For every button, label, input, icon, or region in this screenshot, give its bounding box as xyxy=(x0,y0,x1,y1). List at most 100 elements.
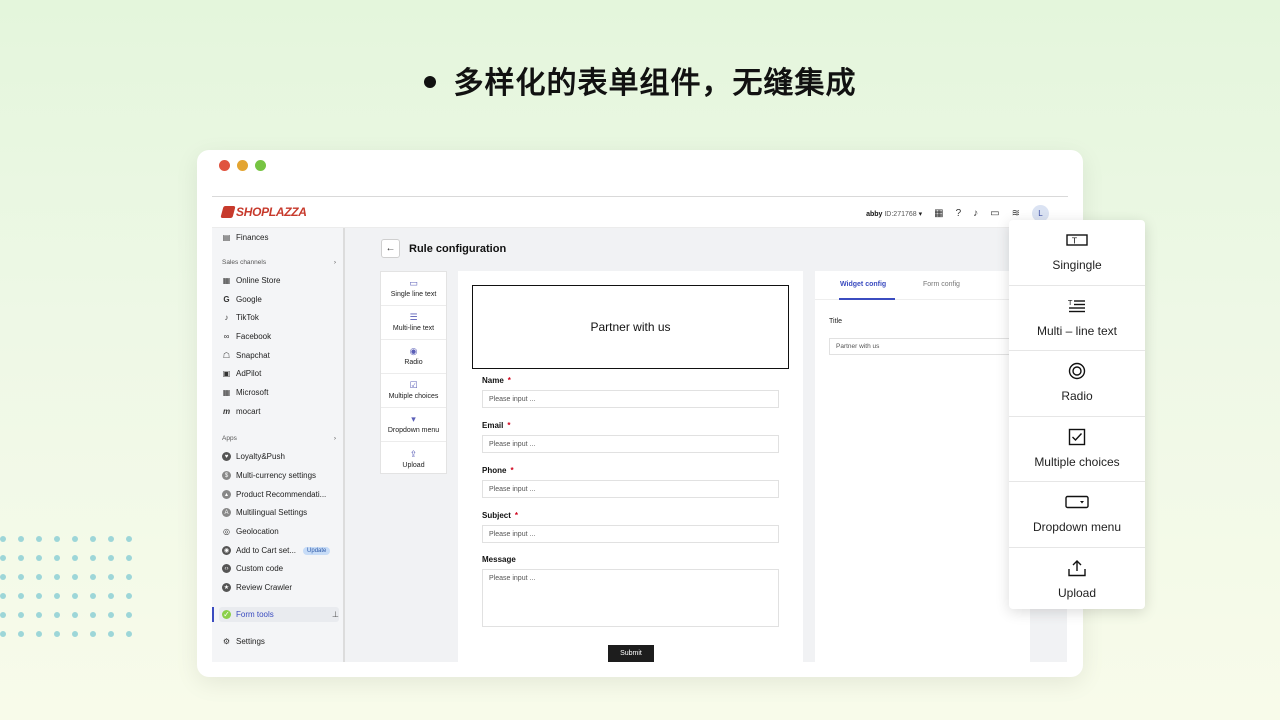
palette-label: Dropdown menu xyxy=(387,427,440,434)
tab-widget-config[interactable]: Widget config xyxy=(840,281,886,288)
palette-radio[interactable]: ◉ Radio xyxy=(381,340,446,374)
sidebar-item-product-recommendation[interactable]: ▴ Product Recommendati... xyxy=(222,487,340,502)
page-title: Rule configuration xyxy=(409,243,507,255)
multiline-icon: T xyxy=(1068,298,1086,314)
account-switcher[interactable]: abby ID:271768 ▾ xyxy=(866,210,922,218)
sidebar-item-google[interactable]: G Google xyxy=(222,292,340,307)
decorative-dot xyxy=(18,593,24,599)
popover-multiple-choices[interactable]: Multiple choices xyxy=(1009,417,1145,482)
name-input[interactable]: Please input ... xyxy=(482,390,779,408)
sidebar-item-label: Snapchat xyxy=(236,351,270,360)
sidebar-item-label: Multi-currency settings xyxy=(236,471,317,480)
decorative-dot xyxy=(108,555,114,561)
palette-multiple-choices[interactable]: ☑ Multiple choices xyxy=(381,374,446,408)
sidebar-item-review-crawler[interactable]: ★ Review Crawler xyxy=(222,580,340,595)
bell-icon[interactable]: ♪ xyxy=(973,208,978,219)
palette-upload[interactable]: ⇪ Upload xyxy=(381,442,446,476)
sidebar-item-settings[interactable]: ⚙ Settings xyxy=(222,634,340,649)
subject-input[interactable]: Please input ... xyxy=(482,525,779,543)
decorative-dot xyxy=(18,574,24,580)
sidebar-item-snapchat[interactable]: ☖ Snapchat xyxy=(222,348,340,363)
form-banner[interactable]: Partner with us xyxy=(472,285,789,369)
sidebar-item-multilingual[interactable]: A Multilingual Settings xyxy=(222,505,340,520)
palette-dropdown-menu[interactable]: ▾ Dropdown menu xyxy=(381,408,446,442)
palette-multi-line-text[interactable]: ☰ Multi-line text xyxy=(381,306,446,340)
decorative-dot-pattern xyxy=(0,536,140,637)
sidebar-item-mocart[interactable]: m mocart xyxy=(222,404,340,419)
pin-icon[interactable]: ⊥ xyxy=(332,610,339,619)
sidebar-item-tiktok[interactable]: ♪ TikTok xyxy=(222,310,340,325)
decorative-dot xyxy=(90,555,96,561)
sidebar-item-finances[interactable]: ▤ Finances xyxy=(222,230,340,245)
popover-dropdown-menu[interactable]: Dropdown menu xyxy=(1009,482,1145,548)
sidebar-item-multi-currency[interactable]: $ Multi-currency settings xyxy=(222,468,340,483)
decorative-dot xyxy=(72,574,78,580)
sidebar-item-label: Multilingual Settings xyxy=(236,508,308,517)
decorative-dot xyxy=(36,555,42,561)
popover-label: Multi – line text xyxy=(1036,323,1118,338)
sidebar-item-facebook[interactable]: ∞ Facebook xyxy=(222,329,340,344)
section-label: Sales channels xyxy=(222,259,267,266)
maximize-window-button[interactable] xyxy=(255,160,266,171)
minimize-window-button[interactable] xyxy=(237,160,248,171)
sidebar-item-microsoft[interactable]: ▦ Microsoft xyxy=(222,385,340,400)
logo-mark-icon xyxy=(220,206,236,218)
chat-icon[interactable]: ▭ xyxy=(990,208,999,219)
back-button[interactable]: ← xyxy=(381,239,400,258)
submit-button[interactable]: Submit xyxy=(608,645,654,662)
microsoft-icon: ▦ xyxy=(222,388,231,397)
message-textarea[interactable]: Please input ... xyxy=(482,569,779,627)
popover-multi-line[interactable]: T Multi – line text xyxy=(1009,286,1145,351)
sidebar-item-adpilot[interactable]: ▣ AdPilot xyxy=(222,366,340,381)
decorative-dot xyxy=(0,536,6,542)
decorative-dot xyxy=(108,612,114,618)
adpilot-icon: ▣ xyxy=(222,369,231,378)
decorative-dot xyxy=(72,593,78,599)
decorative-dot xyxy=(0,612,6,618)
sidebar-item-online-store[interactable]: ▦ Online Store xyxy=(222,273,340,288)
main-area: ← Rule configuration ▭ Single line text ☰… xyxy=(345,228,1067,662)
popover-single-line[interactable]: T Singingle xyxy=(1009,220,1145,286)
shoplazza-logo[interactable]: SHOPLAZZA xyxy=(220,205,307,219)
tab-form-config[interactable]: Form config xyxy=(923,281,960,288)
active-indicator xyxy=(212,607,214,622)
sidebar-item-custom-code[interactable]: ‹› Custom code xyxy=(222,561,340,576)
sidebar-item-form-tools[interactable]: ✓ Form tools ⊥ xyxy=(219,607,339,622)
store-icon: ▦ xyxy=(222,276,231,285)
form-preview: Partner with us Name * Please input ... E… xyxy=(458,271,803,662)
dropdown-icon: ▾ xyxy=(411,414,416,424)
sidebar-item-geolocation[interactable]: ◎ Geolocation xyxy=(222,524,340,539)
decorative-dot xyxy=(126,631,132,637)
decorative-dot xyxy=(72,555,78,561)
sidebar-item-loyalty-push[interactable]: ♥ Loyalty&Push xyxy=(222,449,340,464)
window-controls xyxy=(219,160,266,171)
radio-icon xyxy=(1068,363,1086,380)
gear-icon: ⚙ xyxy=(222,637,231,646)
decorative-dot xyxy=(108,631,114,637)
dropdown-icon xyxy=(1065,494,1089,510)
sidebar-item-label: Settings xyxy=(236,637,265,646)
phone-input[interactable]: Please input ... xyxy=(482,480,779,498)
sidebar-item-label: AdPilot xyxy=(236,369,262,378)
title-input[interactable]: Partner with us xyxy=(829,338,1019,355)
help-icon[interactable]: ? xyxy=(956,208,962,219)
decorative-dot xyxy=(18,612,24,618)
sidebar-item-label: Product Recommendati... xyxy=(236,490,327,499)
update-badge: Update xyxy=(303,546,331,555)
decorative-dot xyxy=(90,612,96,618)
palette-single-line-text[interactable]: ▭ Single line text xyxy=(381,272,446,306)
decorative-dot xyxy=(36,536,42,542)
apps-section[interactable]: Apps › xyxy=(222,435,336,442)
popover-upload[interactable]: Upload xyxy=(1009,548,1145,614)
page-headline: 多样化的表单组件，无缝集成 xyxy=(0,58,1280,102)
sales-channels-section[interactable]: Sales channels › xyxy=(222,259,336,266)
wifi-icon[interactable]: ≋ xyxy=(1012,208,1020,219)
svg-text:T: T xyxy=(1071,237,1077,246)
popover-radio[interactable]: Radio xyxy=(1009,351,1145,417)
decorative-dot xyxy=(90,593,96,599)
store-icon[interactable]: ▦ xyxy=(934,208,943,219)
message-label: Message xyxy=(482,555,516,564)
close-window-button[interactable] xyxy=(219,160,230,171)
email-input[interactable]: Please input ... xyxy=(482,435,779,453)
sidebar-item-add-to-cart[interactable]: ◉ Add to Cart set... Update xyxy=(222,543,340,558)
